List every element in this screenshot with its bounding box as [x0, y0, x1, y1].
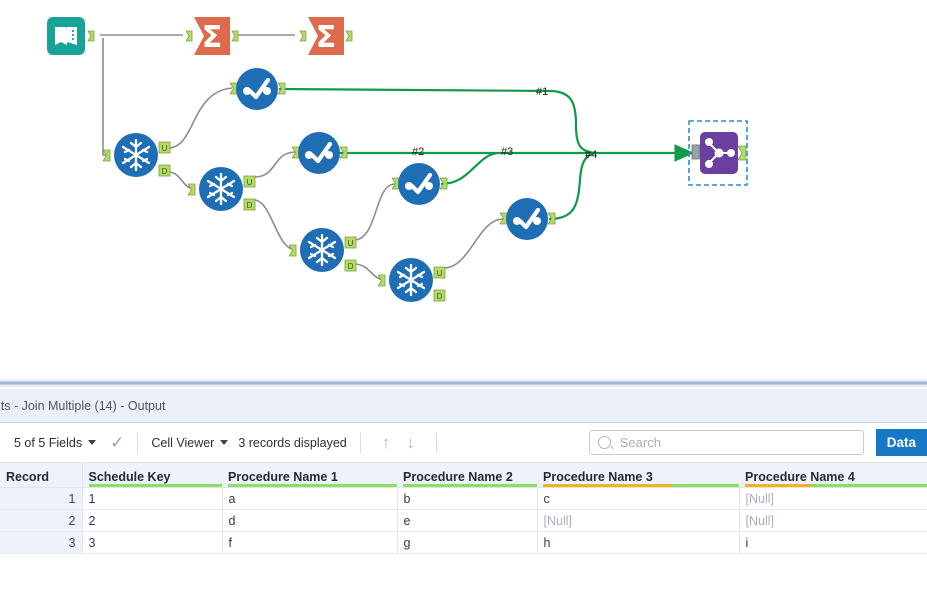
column-type-bar: [745, 484, 927, 487]
svg-text:D: D: [162, 167, 168, 176]
results-toolbar: 5 of 5 Fields ✓ Cell Viewer 3 records di…: [0, 423, 927, 463]
column-header-procedure-name-4[interactable]: Procedure Name 4: [739, 463, 927, 488]
table-row[interactable]: 3 3 f g h i: [0, 531, 927, 554]
column-type-bar: [403, 484, 537, 487]
cell-record: 2: [0, 509, 83, 532]
pane-splitter[interactable]: [0, 378, 927, 389]
results-title-bar: lts - Join Multiple (14) - Output: [0, 389, 927, 423]
check-icon[interactable]: ✓: [110, 434, 124, 451]
cell-record: 1: [0, 487, 83, 510]
column-type-bar: [228, 484, 397, 487]
connection-label-3: #3: [501, 146, 514, 158]
chevron-down-icon: [220, 440, 229, 445]
table-row[interactable]: 2 2 d e [Null] [Null]: [0, 509, 927, 532]
records-displayed-label: 3 records displayed: [238, 435, 347, 450]
cell-procedure-name-3[interactable]: [Null]: [537, 509, 740, 532]
column-header-procedure-name-2[interactable]: Procedure Name 2: [397, 463, 537, 488]
results-pane: lts - Join Multiple (14) - Output 5 of 5…: [0, 389, 927, 612]
cell-procedure-name-2[interactable]: e: [397, 509, 538, 532]
svg-text:D: D: [437, 292, 443, 301]
search-area: Data: [588, 429, 927, 456]
data-button[interactable]: Data: [875, 429, 927, 456]
alteryx-designer-window: Σ Σ U D U D U D U D #1 #2 #3 #4 lts - Jo…: [0, 0, 927, 612]
cell-record: 3: [0, 531, 83, 554]
cell-procedure-name-1[interactable]: f: [222, 531, 398, 554]
toolbar-divider: [137, 432, 139, 453]
view-mode-label: Cell Viewer: [151, 435, 215, 450]
results-title: lts - Join Multiple (14) - Output: [0, 398, 166, 413]
search-icon: [597, 436, 611, 449]
view-mode-selector[interactable]: Cell Viewer: [151, 436, 230, 450]
svg-text:D: D: [348, 262, 354, 271]
column-type-bar: [88, 484, 222, 487]
connection-label-2: #2: [412, 146, 425, 158]
column-header-procedure-name-1[interactable]: Procedure Name 1: [222, 463, 397, 488]
results-table: Record Schedule Key Procedure Name 1 Pro…: [0, 463, 927, 554]
cell-schedule-key[interactable]: 2: [82, 509, 223, 532]
search-input[interactable]: [617, 434, 855, 451]
svg-text:Σ: Σ: [316, 20, 337, 55]
cell-procedure-name-4[interactable]: i: [739, 531, 927, 554]
svg-text:U: U: [247, 178, 253, 187]
table-row[interactable]: 1 1 a b c [Null]: [0, 487, 927, 510]
cell-procedure-name-3[interactable]: h: [537, 531, 740, 554]
chevron-down-icon: [88, 440, 97, 445]
cell-procedure-name-2[interactable]: g: [397, 531, 538, 554]
workflow-canvas[interactable]: Σ Σ U D U D U D U D #1 #2 #3 #4: [0, 0, 927, 378]
column-header-label: Record: [6, 470, 50, 484]
fields-label: 5 of 5 Fields: [14, 435, 83, 450]
svg-text:D: D: [247, 201, 253, 210]
cell-procedure-name-2[interactable]: b: [397, 487, 538, 510]
toolbar-divider: [359, 432, 361, 453]
table-head: Record Schedule Key Procedure Name 1 Pro…: [0, 463, 927, 488]
column-header-schedule-key[interactable]: Schedule Key: [82, 463, 222, 488]
column-header-procedure-name-3[interactable]: Procedure Name 3: [537, 463, 739, 488]
svg-text:U: U: [348, 239, 354, 248]
cell-schedule-key[interactable]: 3: [82, 531, 223, 554]
connection-label-1: #1: [536, 86, 549, 98]
workflow-connections: [100, 34, 695, 281]
cell-procedure-name-4[interactable]: [Null]: [739, 509, 927, 532]
cell-procedure-name-3[interactable]: c: [537, 487, 740, 510]
svg-text:Σ: Σ: [202, 20, 223, 55]
svg-text:U: U: [162, 144, 168, 153]
fields-selector[interactable]: 5 of 5 Fields: [14, 436, 98, 450]
arrow-down-icon[interactable]: ↓: [406, 434, 415, 451]
cell-procedure-name-1[interactable]: d: [222, 509, 398, 532]
column-type-bar: [543, 484, 739, 487]
table-header-row: Record Schedule Key Procedure Name 1 Pro…: [0, 463, 927, 488]
column-header-record[interactable]: Record: [0, 463, 83, 488]
cell-procedure-name-4[interactable]: [Null]: [739, 487, 927, 510]
cell-procedure-name-1[interactable]: a: [222, 487, 398, 510]
toolbar-divider: [435, 432, 437, 453]
results-grid[interactable]: Record Schedule Key Procedure Name 1 Pro…: [0, 463, 927, 554]
cell-schedule-key[interactable]: 1: [82, 487, 223, 510]
svg-text:U: U: [437, 269, 443, 278]
connection-label-4: #4: [585, 149, 598, 161]
arrow-up-icon[interactable]: ↑: [382, 434, 391, 451]
search-box[interactable]: [588, 430, 864, 455]
table-body: 1 1 a b c [Null] 2 2 d e [Null] [Null] 3…: [0, 487, 927, 554]
